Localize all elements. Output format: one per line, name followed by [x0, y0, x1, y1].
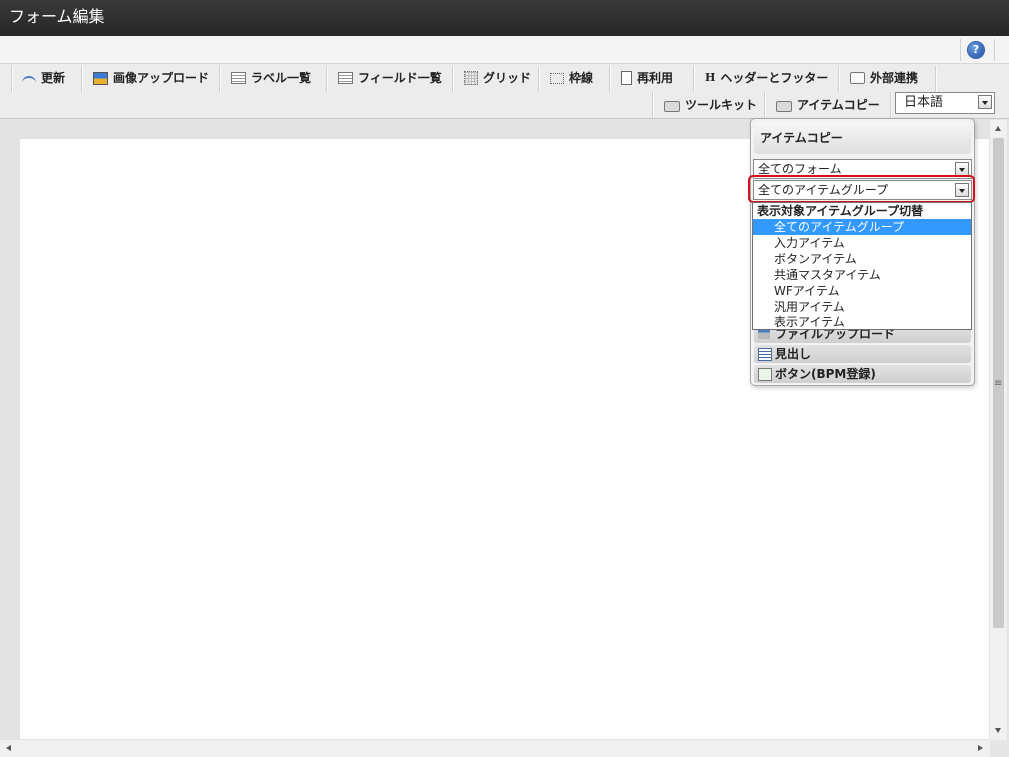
header-footer-icon: H: [705, 71, 716, 84]
refresh-button[interactable]: 更新: [14, 65, 73, 91]
external-link-label: 外部連携: [870, 71, 919, 85]
toolkit-icon: [664, 100, 680, 112]
item-group-dropdown[interactable]: 表示対象アイテムグループ切替 全てのアイテムグループ 入力アイテム ボタンアイテ…: [752, 202, 972, 330]
vertical-scrollbar[interactable]: ≡: [990, 120, 1007, 740]
refresh-button-label: 更新: [41, 71, 66, 85]
scroll-grip-icon: ≡: [994, 378, 1003, 389]
field-list-icon: [338, 72, 353, 84]
separator: [11, 66, 12, 92]
chevron-down-icon[interactable]: [978, 95, 992, 109]
refresh-icon: [22, 76, 36, 84]
separator: [838, 66, 839, 92]
border-label: 枠線: [569, 71, 594, 85]
dropdown-option[interactable]: ボタンアイテム: [753, 251, 971, 267]
image-upload-icon: [93, 71, 108, 85]
item-copy-label: アイテムコピー: [797, 98, 880, 112]
panel-title: アイテムコピー: [754, 122, 971, 154]
language-select[interactable]: 日本語: [895, 92, 995, 114]
reuse-label: 再利用: [637, 71, 674, 85]
item-copy-icon: [776, 100, 792, 112]
separator: [326, 66, 327, 92]
separator: [609, 66, 610, 92]
border-button[interactable]: 枠線: [542, 65, 601, 91]
toolkit-button[interactable]: ツールキット: [656, 92, 765, 118]
separator: [935, 66, 936, 92]
help-bar: ?: [0, 36, 1009, 64]
dropdown-group-label: 表示対象アイテムグループ切替: [757, 204, 924, 218]
label-list-label: ラベル一覧: [251, 71, 312, 85]
select-highlight-frame: [748, 175, 975, 203]
separator: [764, 92, 765, 118]
separator: [652, 92, 653, 118]
group-label: 見出し: [775, 347, 812, 361]
header-footer-label: ヘッダーとフッター: [720, 71, 829, 85]
border-icon: [550, 72, 564, 84]
scroll-up-icon[interactable]: [995, 126, 1001, 131]
toolkit-label: ツールキット: [685, 98, 758, 112]
window-title-bar: フォーム編集: [0, 0, 1009, 36]
scrollbar-corner: [990, 740, 1009, 757]
separator: [994, 39, 995, 61]
image-upload-button[interactable]: 画像アップロード: [85, 65, 217, 91]
grid-icon: [464, 71, 478, 85]
scroll-right-icon[interactable]: [978, 745, 983, 751]
dropdown-option[interactable]: 入力アイテム: [753, 235, 971, 251]
image-upload-label: 画像アップロード: [113, 71, 210, 85]
label-list-button[interactable]: ラベル一覧: [223, 65, 319, 91]
grid-button[interactable]: グリッド: [456, 65, 539, 91]
label-list-icon: [231, 72, 246, 84]
separator: [538, 66, 539, 92]
item-copy-button[interactable]: アイテムコピー: [768, 92, 888, 118]
external-link-button[interactable]: 外部連携: [842, 65, 926, 91]
reuse-button[interactable]: 再利用: [613, 65, 681, 91]
toolbar: 更新 画像アップロード ラベル一覧 フィールド一覧 グリッド 枠線 再利用 H …: [0, 64, 1009, 119]
dropdown-option[interactable]: WFアイテム: [753, 283, 971, 299]
separator: [890, 92, 891, 118]
chevron-down-icon[interactable]: [955, 162, 969, 176]
field-list-label: フィールド一覧: [358, 71, 442, 85]
dropdown-option[interactable]: 全てのアイテムグループ: [753, 219, 971, 235]
separator: [219, 66, 220, 92]
header-footer-button[interactable]: H ヘッダーとフッター: [697, 65, 836, 91]
field-list-button[interactable]: フィールド一覧: [330, 65, 450, 91]
dropdown-option[interactable]: 共通マスタアイテム: [753, 267, 971, 283]
help-icon[interactable]: ?: [968, 42, 984, 58]
scroll-left-icon[interactable]: [6, 745, 11, 751]
language-selected: 日本語: [904, 95, 944, 110]
bpm-button-icon: [758, 368, 772, 381]
group-bpm-button[interactable]: ボタン(BPM登録): [754, 365, 971, 383]
horizontal-scrollbar[interactable]: [0, 740, 990, 757]
reuse-icon: [621, 71, 632, 85]
separator: [960, 39, 961, 61]
form-filter-value: 全てのフォーム: [758, 162, 842, 176]
group-label: ボタン(BPM登録): [775, 367, 876, 381]
dropdown-option[interactable]: 表示アイテム: [753, 315, 971, 329]
separator: [452, 66, 453, 92]
dropdown-option[interactable]: 汎用アイテム: [753, 299, 971, 315]
scroll-down-icon[interactable]: [995, 728, 1001, 733]
external-link-icon: [850, 72, 865, 84]
group-heading[interactable]: 見出し: [754, 345, 971, 363]
separator: [693, 66, 694, 92]
grid-label: グリッド: [483, 71, 532, 85]
window-title: フォーム編集: [9, 7, 105, 26]
separator: [81, 66, 82, 92]
heading-icon: [758, 348, 772, 361]
